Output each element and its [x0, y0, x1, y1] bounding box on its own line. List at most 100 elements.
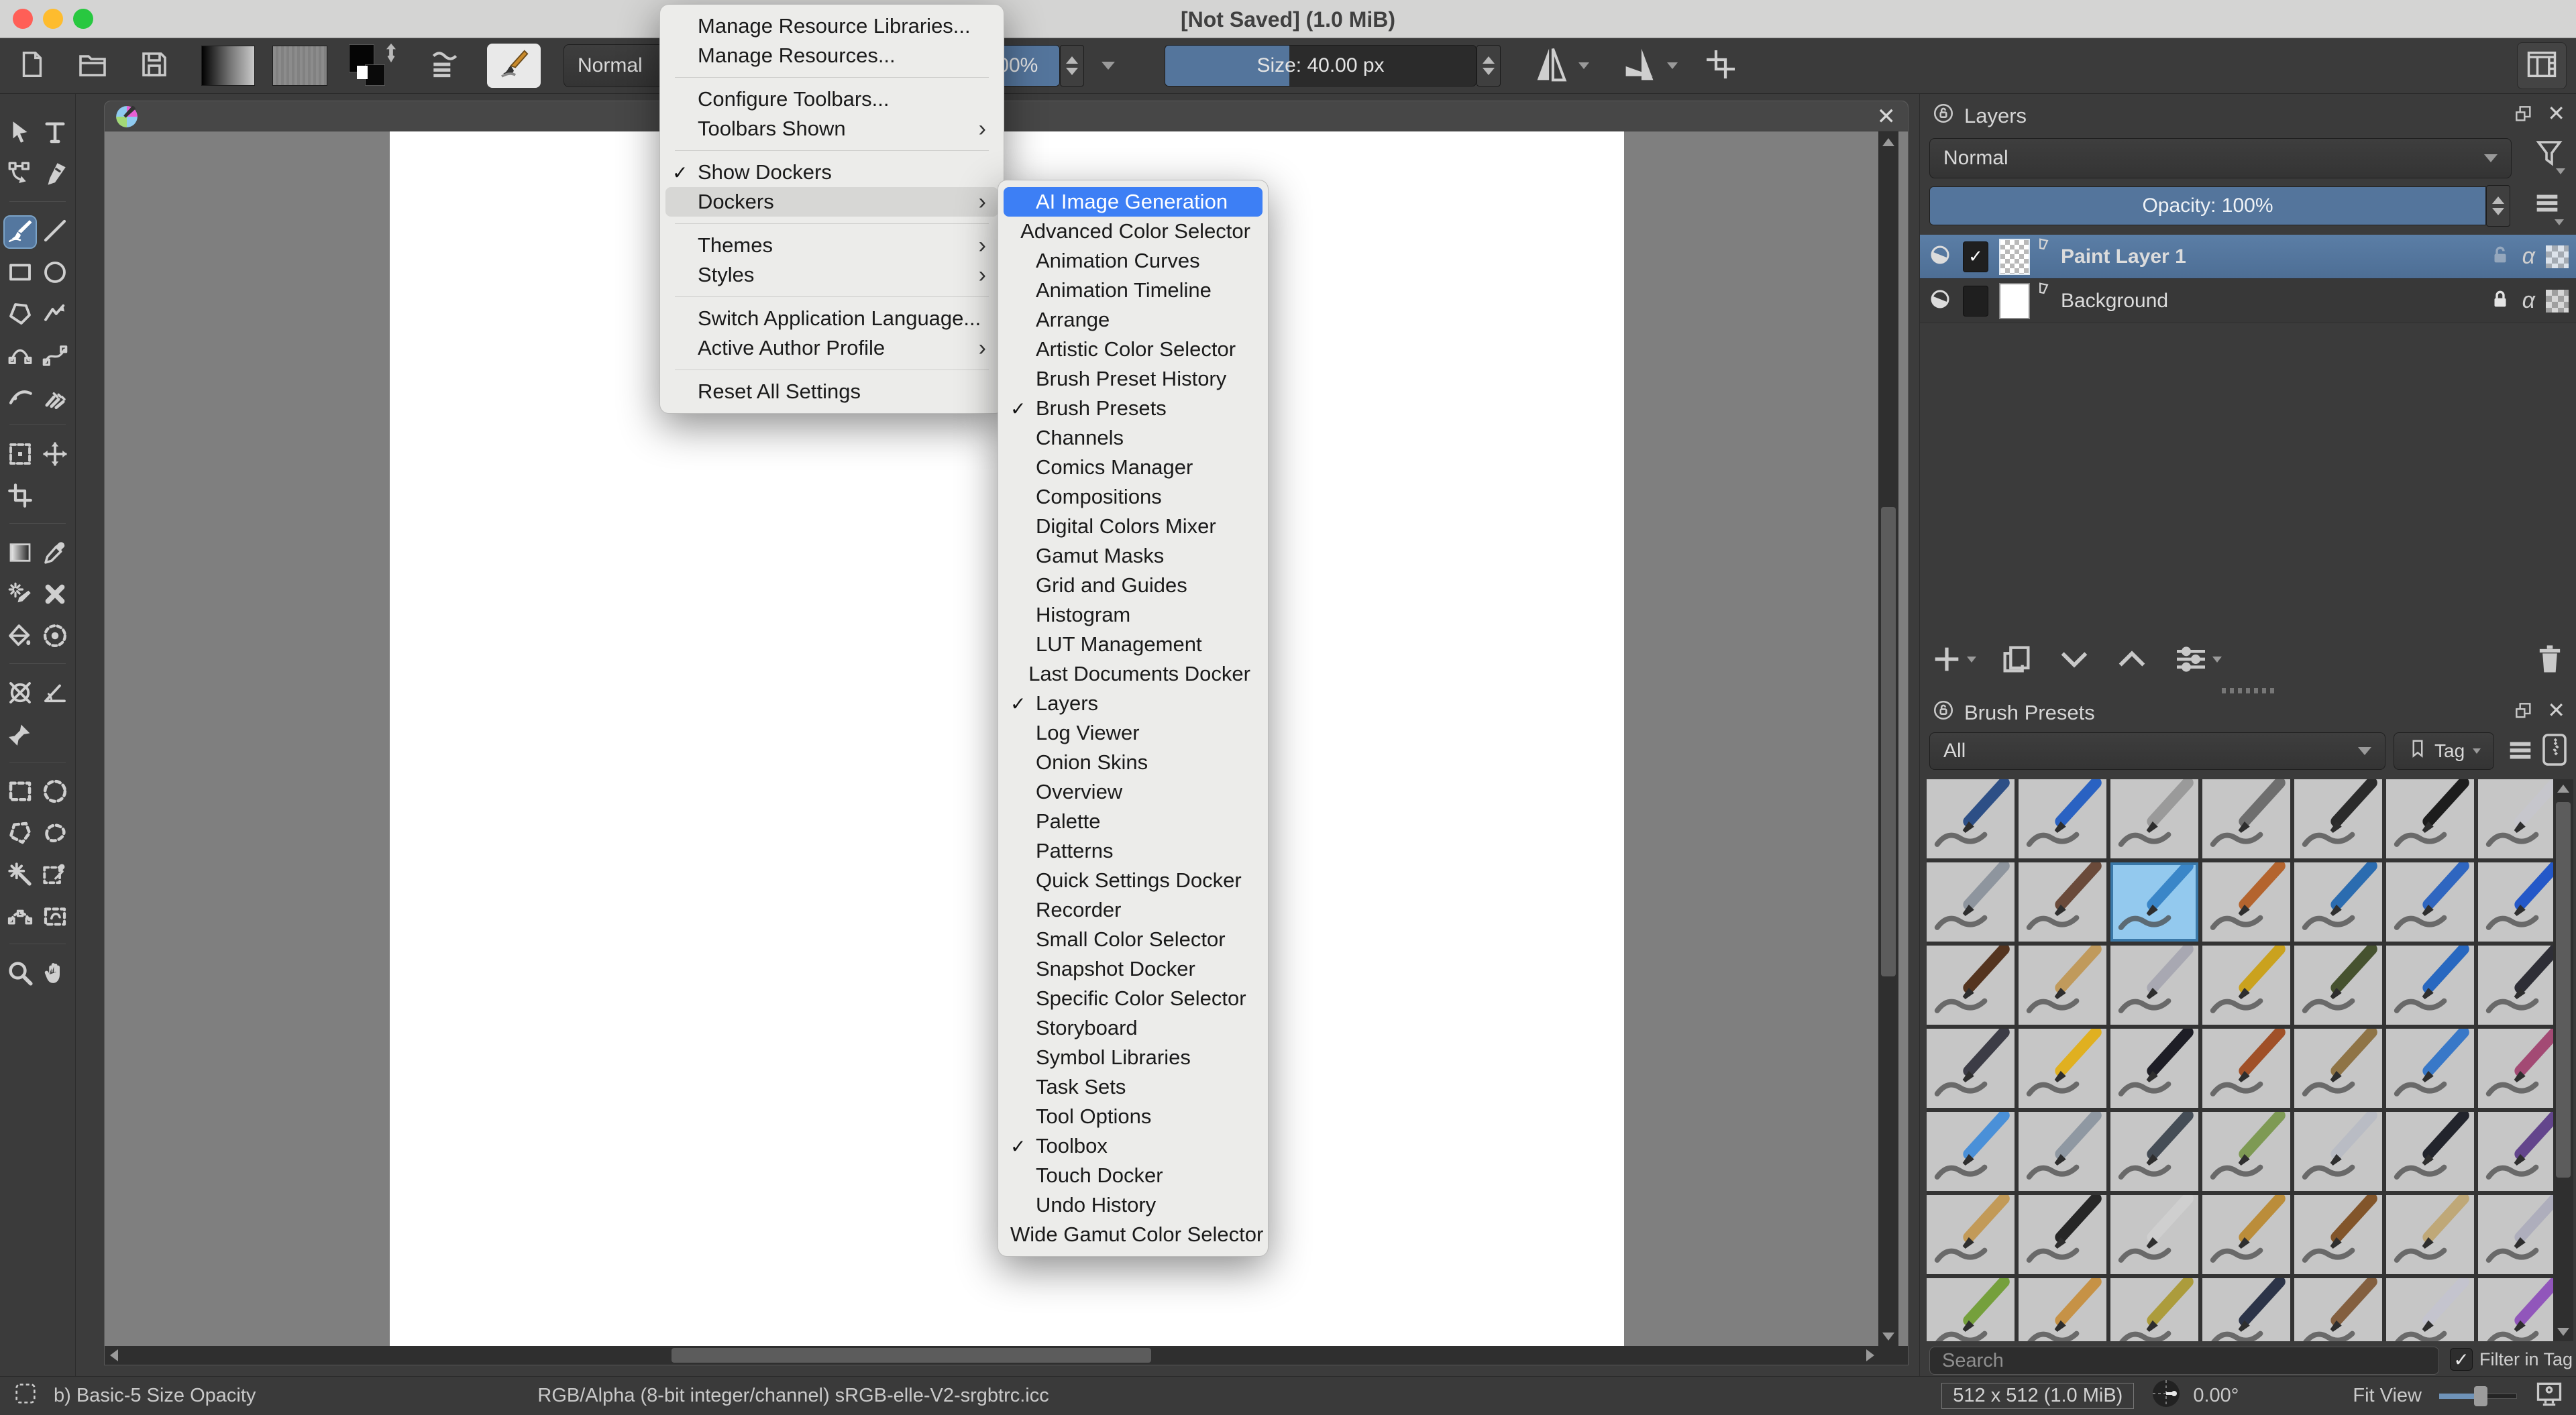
- layer-select-checkbox[interactable]: ✓: [1963, 241, 1988, 272]
- menu-item-brush-preset-history[interactable]: Brush Preset History: [1004, 364, 1263, 394]
- brush-preset-41[interactable]: [2386, 1192, 2474, 1274]
- select-shapes-tool[interactable]: [5, 118, 36, 149]
- inherit-alpha-icon[interactable]: [2546, 245, 2569, 268]
- workspace-chooser-button[interactable]: [2517, 42, 2567, 89]
- menu-item-arrange[interactable]: Arrange: [1004, 305, 1263, 335]
- mirror-horizontal-button[interactable]: [1527, 41, 1574, 91]
- brush-preset-40[interactable]: [2294, 1192, 2382, 1274]
- brush-preset-29[interactable]: [1927, 1109, 2015, 1191]
- layer-select-checkbox[interactable]: [1963, 285, 1988, 317]
- ellipse-tool[interactable]: [40, 258, 70, 289]
- subwindow-titlebar[interactable]: ✕: [105, 101, 1908, 131]
- layer-visibility-icon[interactable]: [1928, 243, 1952, 270]
- menu-item-compositions[interactable]: Compositions: [1004, 482, 1263, 512]
- brush-preset-37[interactable]: [2019, 1192, 2106, 1274]
- layer-properties-button[interactable]: [2172, 640, 2222, 678]
- menu-item-artistic-color-selector[interactable]: Artistic Color Selector: [1004, 335, 1263, 364]
- brush-preset-24[interactable]: [2110, 1026, 2198, 1108]
- menu-item-undo-history[interactable]: Undo History: [1004, 1190, 1263, 1220]
- rect-select-tool[interactable]: [5, 777, 36, 808]
- rectangle-tool[interactable]: [5, 258, 36, 289]
- zoom-mode-icon[interactable]: [2534, 1379, 2564, 1414]
- menu-item-small-color-selector[interactable]: Small Color Selector: [1004, 925, 1263, 954]
- brush-preset-27[interactable]: [2386, 1026, 2474, 1108]
- brush-settings-button[interactable]: [428, 48, 462, 84]
- menu-item-gamut-masks[interactable]: Gamut Masks: [1004, 541, 1263, 571]
- menu-item-toolbox[interactable]: ✓ Toolbox: [1004, 1131, 1263, 1161]
- docker-splitter-handle[interactable]: [2222, 688, 2275, 693]
- brush-preset-2[interactable]: [2019, 779, 2106, 858]
- move-layer-down-button[interactable]: [2057, 642, 2092, 677]
- hscroll-thumb[interactable]: [672, 1348, 1151, 1363]
- brush-preset-31[interactable]: [2110, 1109, 2198, 1191]
- brush-preset-44[interactable]: [2019, 1276, 2106, 1341]
- menu-item-recorder[interactable]: Recorder: [1004, 895, 1263, 925]
- menu-item-comics-manager[interactable]: Comics Manager: [1004, 453, 1263, 482]
- brush-preset-46[interactable]: [2202, 1276, 2290, 1341]
- brush-preset-11[interactable]: [2202, 860, 2290, 942]
- brush-grid-scrollbar[interactable]: [2553, 779, 2573, 1341]
- layer-alpha-icon[interactable]: α: [2522, 288, 2535, 314]
- layer-visibility-icon[interactable]: [1928, 287, 1952, 315]
- menu-item-onion-skins[interactable]: Onion Skins: [1004, 748, 1263, 777]
- brush-preset-10[interactable]: [2110, 860, 2198, 942]
- smart-patch-tool[interactable]: [5, 580, 36, 611]
- menu-item-tool-options[interactable]: Tool Options: [1004, 1102, 1263, 1131]
- menu-item-active-author-profile[interactable]: Active Author Profile ›: [665, 333, 998, 363]
- reference-images-tool[interactable]: [5, 679, 36, 710]
- brush-preset-4[interactable]: [2202, 779, 2290, 858]
- move-layer-up-button[interactable]: [2114, 642, 2149, 677]
- menu-item-patterns[interactable]: Patterns: [1004, 836, 1263, 866]
- layers-close-icon[interactable]: ✕: [2547, 101, 2565, 126]
- menu-item-switch-application-language[interactable]: Switch Application Language...: [665, 304, 998, 333]
- mirror-vertical-button[interactable]: [1616, 41, 1663, 91]
- brush-preset-25[interactable]: [2202, 1026, 2290, 1108]
- freehand-path-tool[interactable]: [40, 341, 70, 372]
- duplicate-layer-button[interactable]: [1999, 642, 2034, 677]
- freehand-brush-tool[interactable]: [3, 215, 37, 249]
- brush-preset-45[interactable]: [2110, 1276, 2198, 1341]
- brush-preset-39[interactable]: [2202, 1192, 2290, 1274]
- color-sampler-tool[interactable]: [40, 539, 70, 569]
- assistants-tool[interactable]: [5, 720, 36, 751]
- layer-thumbnail[interactable]: [1999, 282, 2030, 319]
- inherit-alpha-icon[interactable]: [2546, 289, 2569, 313]
- brush-preset-22[interactable]: [1927, 1026, 2015, 1108]
- brush-preset-17[interactable]: [2110, 943, 2198, 1025]
- dynamic-brush-tool[interactable]: [5, 383, 36, 414]
- menu-item-animation-timeline[interactable]: Animation Timeline: [1004, 276, 1263, 305]
- new-document-button[interactable]: [16, 49, 47, 83]
- menu-item-overview[interactable]: Overview: [1004, 777, 1263, 807]
- menu-item-toolbars-shown[interactable]: Toolbars Shown ›: [665, 114, 998, 144]
- layer-row-paint-layer-1[interactable]: ✓ Paint Layer 1 α: [1920, 235, 2576, 279]
- menu-item-configure-toolbars[interactable]: Configure Toolbars...: [665, 84, 998, 114]
- polygon-select-tool[interactable]: [5, 819, 36, 850]
- docker-lock-icon[interactable]: [1932, 102, 1955, 130]
- layer-filter-icon[interactable]: [2533, 137, 2565, 174]
- filter-in-tag-checkbox[interactable]: ✓ Filter in Tag: [2450, 1348, 2573, 1371]
- menu-item-last-documents-docker[interactable]: Last Documents Docker: [1004, 659, 1263, 689]
- contiguous-select-tool[interactable]: [5, 860, 36, 891]
- measure-tool[interactable]: [40, 679, 70, 710]
- layer-lock-icon[interactable]: [2489, 243, 2512, 270]
- brush-preset-33[interactable]: [2294, 1109, 2382, 1191]
- save-button[interactable]: [138, 48, 170, 84]
- mirror-horizontal-options-arrow[interactable]: [1578, 62, 1589, 69]
- brush-preset-1[interactable]: [1927, 779, 2015, 858]
- delete-layer-button[interactable]: [2532, 642, 2567, 677]
- rotation-angle-value[interactable]: 0.00°: [2193, 1385, 2239, 1407]
- menu-item-quick-settings-docker[interactable]: Quick Settings Docker: [1004, 866, 1263, 895]
- doc-size-box[interactable]: 512 x 512 (1.0 MiB): [1941, 1383, 2135, 1409]
- brush-preset-12[interactable]: [2294, 860, 2382, 942]
- brush-preset-47[interactable]: [2294, 1276, 2382, 1341]
- size-spin-buttons[interactable]: [1477, 45, 1501, 87]
- bezier-select-tool[interactable]: [5, 902, 36, 933]
- brush-scroll-down-arrow[interactable]: [2557, 1328, 2569, 1336]
- fill-tool[interactable]: [5, 622, 36, 653]
- gradient-swatch-button[interactable]: [201, 46, 255, 86]
- line-tool[interactable]: [40, 217, 70, 247]
- brush-preset-8[interactable]: [1927, 860, 2015, 942]
- menu-item-show-dockers[interactable]: ✓ Show Dockers: [665, 158, 998, 187]
- brush-preset-36[interactable]: [1927, 1192, 2015, 1274]
- brush-preset-38[interactable]: [2110, 1192, 2198, 1274]
